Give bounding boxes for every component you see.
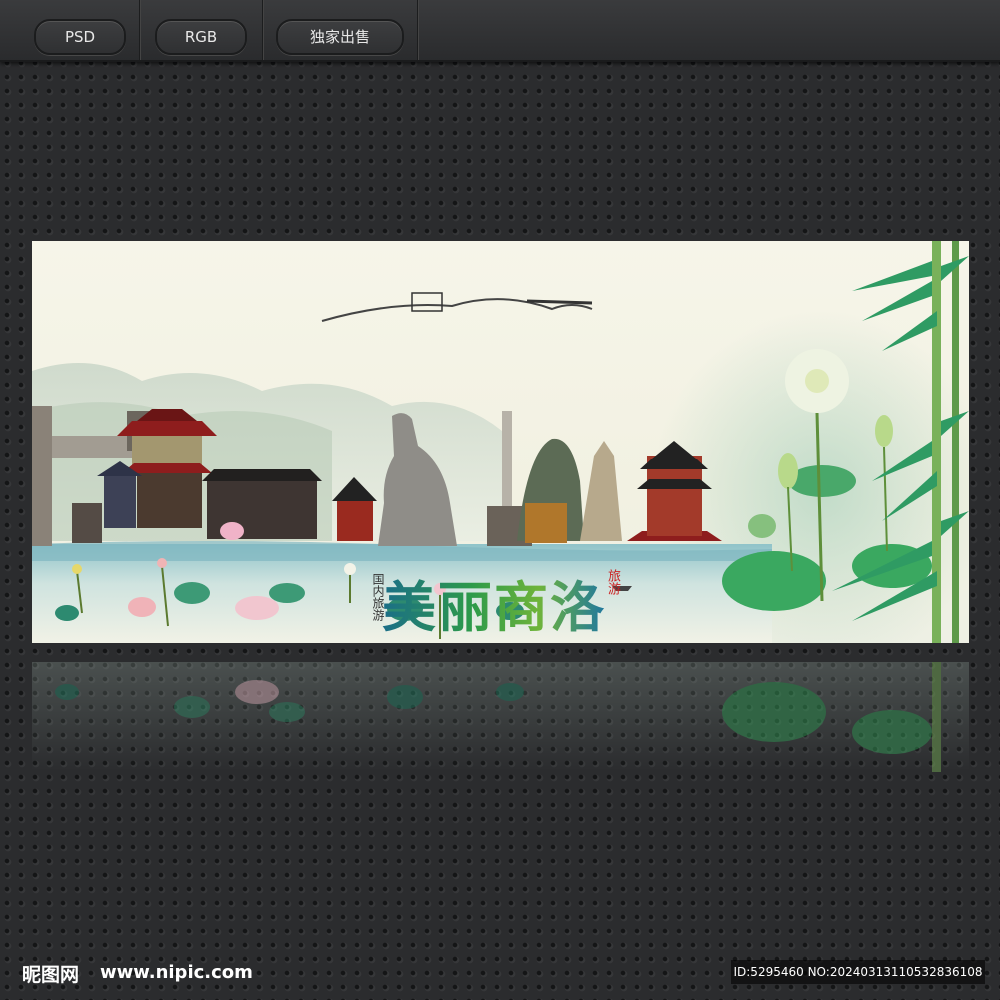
image-id-label: ID:5295460 NO:20240313110532836108 (731, 960, 985, 984)
top-toolbar: PSD RGB 独家出售 (0, 0, 1000, 62)
rgb-badge[interactable]: RGB (155, 19, 247, 55)
banner-title: 美丽商洛 (382, 563, 606, 642)
exclusive-sale-badge[interactable]: 独家出售 (276, 19, 404, 55)
tourism-banner-image: 国内旅游 美丽商洛 旅游 (32, 241, 969, 643)
tourism-seal: 旅游 (605, 569, 620, 595)
psd-badge[interactable]: PSD (34, 19, 126, 55)
nipic-url[interactable]: www.nipic.com (100, 962, 253, 983)
nipic-logo: 昵图网 (22, 964, 80, 986)
banner-reflection (32, 662, 969, 772)
reflection-artwork (55, 662, 941, 772)
